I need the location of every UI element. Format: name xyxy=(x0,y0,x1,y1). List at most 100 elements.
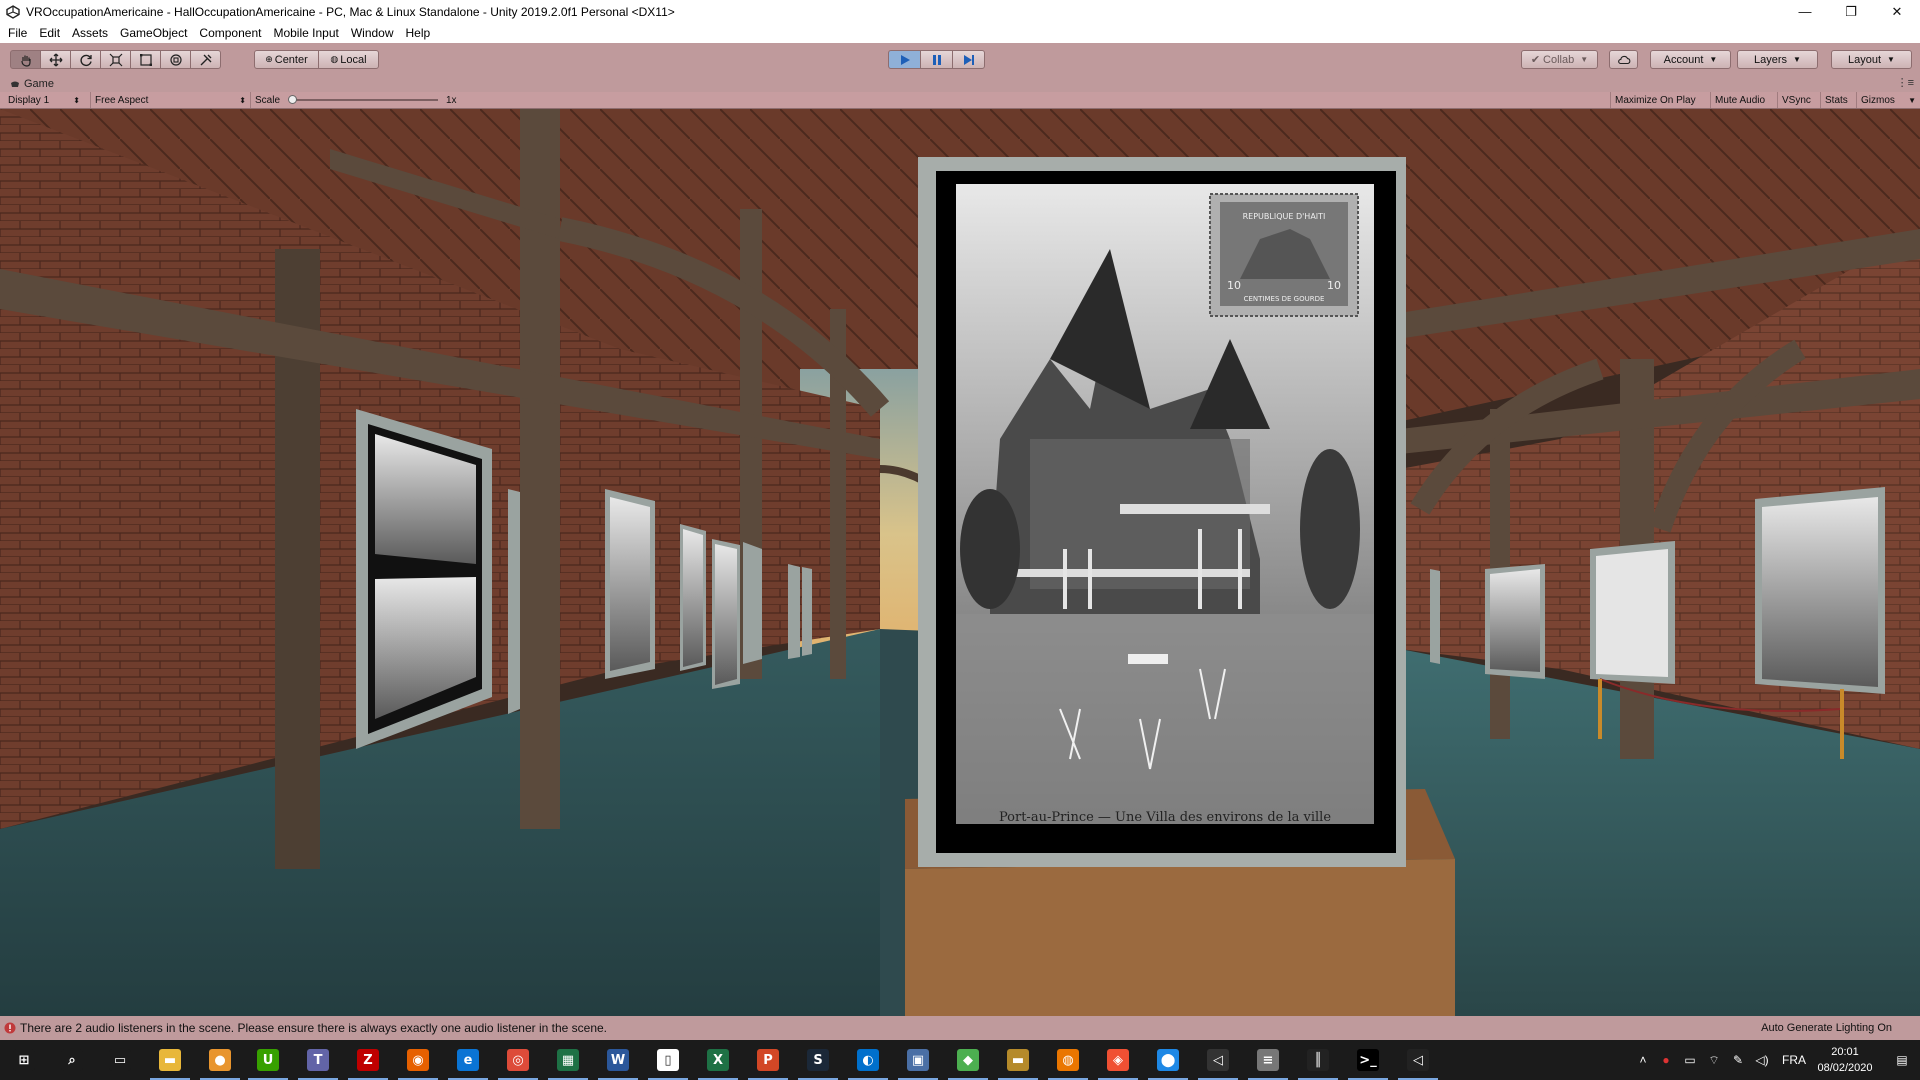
taskbar-terminal-button[interactable]: >_ xyxy=(1344,1040,1392,1080)
app-orange-icon: ● xyxy=(209,1049,231,1071)
mute-audio-toggle[interactable]: Mute Audio xyxy=(1710,92,1777,108)
taskbar-powerpoint-button[interactable]: P xyxy=(744,1040,792,1080)
notifications-icon[interactable]: ▤ xyxy=(1884,1040,1920,1080)
graph-app-icon: ║ xyxy=(1307,1049,1329,1071)
account-label: Account xyxy=(1663,53,1704,66)
taskbar-filezilla-button[interactable]: Z xyxy=(344,1040,392,1080)
pen-icon[interactable]: ✎ xyxy=(1726,1053,1750,1067)
taskbar-unity-button[interactable]: ◁ xyxy=(1394,1040,1442,1080)
taskbar-firefox-button[interactable]: ◉ xyxy=(394,1040,442,1080)
volume-icon[interactable]: ◁) xyxy=(1750,1053,1774,1067)
taskbar-excel-button[interactable]: X xyxy=(694,1040,742,1080)
taskbar-graph-app-button[interactable]: ║ xyxy=(1294,1040,1342,1080)
taskbar-edge-button[interactable]: e xyxy=(444,1040,492,1080)
taskbar-start-button[interactable]: ⊞ xyxy=(0,1040,48,1080)
chevron-up-icon[interactable]: ˄ xyxy=(1632,1053,1654,1067)
terminal-icon: >_ xyxy=(1357,1049,1379,1071)
title-bar: VROccupationAmericaine - HallOccupationA… xyxy=(0,0,1920,23)
tray-app-icon[interactable]: ● xyxy=(1654,1053,1678,1067)
taskbar-blender-button[interactable]: ◍ xyxy=(1044,1040,1092,1080)
battery-icon[interactable]: ▭ xyxy=(1678,1053,1702,1067)
custom-tool-button[interactable] xyxy=(190,50,221,69)
transform-tool-button[interactable] xyxy=(160,50,191,69)
chevron-updown-icon: ⬍ xyxy=(73,95,80,105)
pause-button[interactable] xyxy=(920,50,953,69)
taskbar-ubisoft-button[interactable]: ◐ xyxy=(844,1040,892,1080)
hand-tool-button[interactable] xyxy=(10,50,41,69)
taskbar-steam-button[interactable]: S xyxy=(794,1040,842,1080)
scale-slider-thumb[interactable] xyxy=(288,95,297,104)
stamp-value-right: 10 xyxy=(1327,279,1341,292)
console-message[interactable]: There are 2 audio listeners in the scene… xyxy=(20,1021,607,1035)
menu-help[interactable]: Help xyxy=(400,23,437,43)
chevron-down-icon: ▼ xyxy=(1887,55,1895,64)
taskbar-search-button[interactable]: ⌕ xyxy=(48,1040,96,1080)
menu-gameobject[interactable]: GameObject xyxy=(114,23,193,43)
clock-time: 20:01 xyxy=(1831,1046,1859,1058)
clock[interactable]: 20:01 08/02/2020 xyxy=(1810,1044,1880,1076)
taskbar-database-button[interactable]: ≡ xyxy=(1244,1040,1292,1080)
taskbar-app-orange-button[interactable]: ● xyxy=(196,1040,244,1080)
gizmos-dropdown[interactable]: Gizmos ▼ xyxy=(1856,92,1920,108)
task-view-icon: ▭ xyxy=(109,1049,131,1071)
scale-slider-track[interactable] xyxy=(290,99,438,101)
tab-game[interactable]: Game xyxy=(24,78,54,90)
taskbar-chrome-button[interactable]: ◎ xyxy=(494,1040,542,1080)
language-indicator[interactable]: FRA xyxy=(1774,1053,1814,1067)
minimize-button[interactable]: — xyxy=(1782,0,1828,23)
folder-dark-icon: ▬ xyxy=(1007,1049,1029,1071)
aspect-dropdown[interactable]: Free Aspect ⬍ xyxy=(90,92,250,108)
account-dropdown[interactable]: Account ▼ xyxy=(1650,50,1731,69)
menu-assets[interactable]: Assets xyxy=(66,23,114,43)
menu-file[interactable]: File xyxy=(2,23,33,43)
taskbar-word-button[interactable]: W xyxy=(594,1040,642,1080)
scale-icon xyxy=(109,53,122,66)
step-button[interactable] xyxy=(952,50,985,69)
menu-component[interactable]: Component xyxy=(193,23,267,43)
upwork-icon: U xyxy=(257,1049,279,1071)
taskbar-maps-button[interactable]: ⬤ xyxy=(1144,1040,1192,1080)
vsync-toggle[interactable]: VSync xyxy=(1777,92,1820,108)
close-button[interactable]: ✕ xyxy=(1874,0,1920,23)
game-tab-bar: Game ⋮≡ xyxy=(0,76,1920,92)
hand-icon xyxy=(20,55,31,67)
stats-toggle[interactable]: Stats xyxy=(1820,92,1856,108)
layout-dropdown[interactable]: Layout ▼ xyxy=(1831,50,1912,69)
taskbar-task-view-button[interactable]: ▭ xyxy=(96,1040,144,1080)
taskbar-teams-button[interactable]: T xyxy=(294,1040,342,1080)
taskbar-monitor-button[interactable]: ▣ xyxy=(894,1040,942,1080)
game-viewport[interactable]: REPUBLIQUE D'HAITI 10 10 CENTIMES DE GOU… xyxy=(0,109,1920,1016)
maximize-button[interactable]: ❐ xyxy=(1828,0,1874,23)
cloud-button[interactable] xyxy=(1609,50,1638,69)
game-view-toolbar: Display 1 ⬍ Free Aspect ⬍ Scale 1x Maxim… xyxy=(0,92,1920,109)
filezilla-icon: Z xyxy=(357,1049,379,1071)
taskbar-notepad-button[interactable]: ▯ xyxy=(644,1040,692,1080)
rotate-tool-button[interactable] xyxy=(70,50,101,69)
taskbar-unity-hub-button[interactable]: ◁ xyxy=(1194,1040,1242,1080)
warning-icon xyxy=(4,1022,16,1034)
menu-edit[interactable]: Edit xyxy=(33,23,66,43)
taskbar-upwork-button[interactable]: U xyxy=(244,1040,292,1080)
menu-mobile-input[interactable]: Mobile Input xyxy=(267,23,344,43)
play-button[interactable] xyxy=(888,50,921,69)
menu-window[interactable]: Window xyxy=(345,23,400,43)
move-tool-button[interactable] xyxy=(40,50,71,69)
tab-menu-icon[interactable]: ⋮≡ xyxy=(1897,76,1914,89)
rect-tool-button[interactable] xyxy=(130,50,161,69)
maximize-on-play-toggle[interactable]: Maximize On Play xyxy=(1610,92,1710,108)
pivot-local-button[interactable]: ◍ Local xyxy=(318,50,379,69)
taskbar-excel-file-button[interactable]: ▦ xyxy=(544,1040,592,1080)
custom-tool-icon xyxy=(200,54,211,65)
scale-tool-button[interactable] xyxy=(100,50,131,69)
pause-icon xyxy=(932,54,941,65)
step-icon xyxy=(963,54,974,65)
taskbar-app-green-button[interactable]: ◆ xyxy=(944,1040,992,1080)
taskbar-file-explorer-button[interactable]: ▬ xyxy=(146,1040,194,1080)
taskbar-git-button[interactable]: ◈ xyxy=(1094,1040,1142,1080)
display-dropdown[interactable]: Display 1 ⬍ xyxy=(4,92,84,108)
pivot-center-button[interactable]: ⊕ Center xyxy=(254,50,319,69)
wifi-icon[interactable]: ⌔ xyxy=(1702,1053,1726,1068)
layers-dropdown[interactable]: Layers ▼ xyxy=(1737,50,1818,69)
collab-dropdown[interactable]: ✔ Collab ▼ xyxy=(1521,50,1598,69)
taskbar-folder-dark-button[interactable]: ▬ xyxy=(994,1040,1042,1080)
